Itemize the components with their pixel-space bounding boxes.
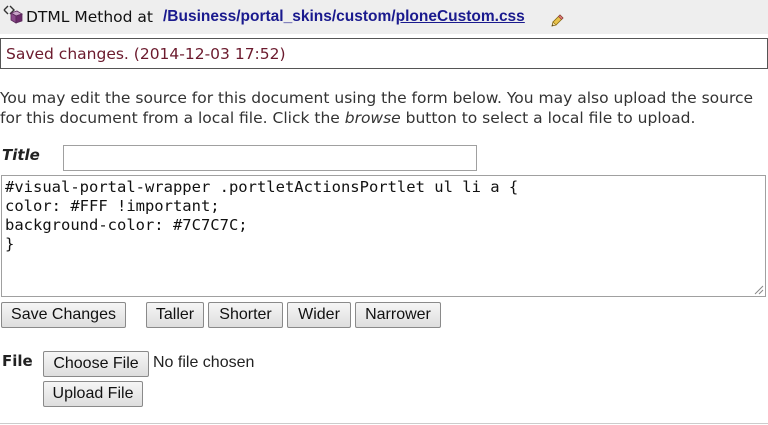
bottom-divider: [0, 423, 768, 424]
breadcrumb-current-object[interactable]: ploneCustom.css: [396, 8, 525, 25]
status-message: Saved changes. (2014-12-03 17:52): [6, 45, 286, 63]
title-input[interactable]: [63, 145, 477, 171]
title-label: Title: [2, 146, 40, 164]
no-file-chosen-text: No file chosen: [153, 354, 255, 371]
source-editor[interactable]: [1, 175, 766, 297]
pencil-icon[interactable]: [549, 13, 565, 29]
page-header: DTML Method at /Business/portal_skins/cu…: [0, 0, 768, 34]
upload-file-button[interactable]: Upload File: [43, 381, 143, 407]
breadcrumb-business[interactable]: /Business: [163, 8, 236, 25]
instructions-text: You may edit the source for this documen…: [0, 88, 768, 128]
instructions-part-2: button to select a local file to upload.: [400, 109, 696, 127]
breadcrumb-portal-skins[interactable]: /portal_skins: [236, 8, 332, 25]
instructions-emphasis: browse: [344, 109, 401, 127]
choose-file-button[interactable]: Choose File: [43, 351, 149, 377]
file-label: File: [2, 352, 33, 370]
narrower-button[interactable]: Narrower: [355, 302, 441, 328]
breadcrumb: /Business/portal_skins/custom/ploneCusto…: [163, 8, 525, 26]
breadcrumb-custom[interactable]: /custom: [332, 8, 391, 25]
dtml-method-icon: [3, 5, 23, 24]
zmi-edit-page: DTML Method at /Business/portal_skins/cu…: [0, 0, 768, 425]
status-message-box: Saved changes. (2014-12-03 17:52): [0, 38, 768, 69]
wider-button[interactable]: Wider: [287, 302, 351, 328]
taller-button[interactable]: Taller: [146, 302, 204, 328]
object-type-label: DTML Method at: [26, 8, 153, 26]
resize-grip-icon[interactable]: [753, 284, 764, 295]
save-changes-button[interactable]: Save Changes: [1, 302, 126, 328]
shorter-button[interactable]: Shorter: [208, 302, 283, 328]
